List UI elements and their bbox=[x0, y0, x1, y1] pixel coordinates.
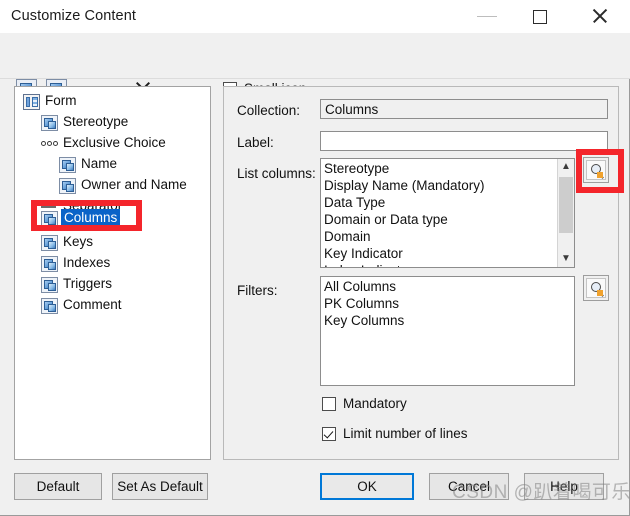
mandatory-label: Mandatory bbox=[343, 396, 407, 411]
tree-item-label: Columns bbox=[61, 209, 121, 226]
cancel-button[interactable]: Cancel bbox=[429, 473, 509, 500]
title-bar: Customize Content bbox=[0, 0, 630, 34]
page-title: Customize Content bbox=[11, 8, 137, 24]
filters-listbox[interactable]: All Columns PK Columns Key Columns bbox=[320, 276, 575, 386]
collection-value: Columns bbox=[325, 102, 379, 117]
form-icon bbox=[23, 94, 40, 110]
mandatory-checkbox-box[interactable] bbox=[322, 397, 336, 411]
limit-lines-checkbox-box[interactable] bbox=[322, 427, 336, 441]
exclusive-choice-icon bbox=[41, 140, 58, 149]
tree-item-label: Form bbox=[45, 93, 77, 108]
collection-input[interactable]: Columns bbox=[320, 99, 608, 119]
list-item[interactable]: Stereotype bbox=[324, 161, 389, 178]
label-field-label: Label: bbox=[237, 135, 274, 150]
tree-item-label: Triggers bbox=[63, 276, 113, 291]
customize-content-dialog: Customize Content Small ic bbox=[0, 0, 630, 516]
scroll-up-icon[interactable]: ▲ bbox=[558, 159, 574, 175]
attribute-icon bbox=[41, 256, 58, 272]
list-columns-scrollbar[interactable]: ▲ ▼ bbox=[557, 159, 574, 267]
tree-item-label: Comment bbox=[63, 297, 122, 312]
list-item[interactable]: All Columns bbox=[324, 279, 396, 296]
minimize-button[interactable] bbox=[464, 0, 510, 32]
default-button[interactable]: Default bbox=[14, 473, 102, 500]
close-button[interactable] bbox=[576, 0, 622, 32]
list-columns-listbox[interactable]: Stereotype Display Name (Mandatory) Data… bbox=[320, 158, 575, 268]
tree-item-label: Indexes bbox=[63, 255, 111, 270]
filters-label: Filters: bbox=[237, 283, 278, 298]
attribute-icon bbox=[41, 298, 58, 314]
list-item[interactable]: Data Type bbox=[324, 195, 385, 212]
attribute-icon bbox=[41, 115, 58, 131]
maximize-button[interactable] bbox=[518, 0, 564, 32]
tree-item-label: Name bbox=[81, 156, 118, 171]
tree-item-label: Stereotype bbox=[63, 114, 129, 129]
content-tree[interactable]: Form Stereotype Exclusive Choice Name Ow… bbox=[14, 86, 211, 460]
magnifier-icon bbox=[586, 278, 606, 298]
list-item[interactable]: PK Columns bbox=[324, 296, 399, 313]
separator-icon bbox=[41, 206, 56, 208]
tree-item-label: Keys bbox=[63, 234, 94, 249]
scrollbar-thumb[interactable] bbox=[559, 177, 573, 233]
collection-label: Collection: bbox=[237, 103, 301, 118]
minimize-icon bbox=[464, 0, 510, 32]
attribute-icon bbox=[59, 178, 76, 194]
list-item[interactable]: Domain or Data type bbox=[324, 212, 448, 229]
list-item[interactable]: Display Name (Mandatory) bbox=[324, 178, 485, 195]
browse-filters-button[interactable] bbox=[583, 275, 609, 301]
set-as-default-button[interactable]: Set As Default bbox=[112, 473, 208, 500]
help-button[interactable]: Help bbox=[524, 473, 604, 500]
list-item[interactable]: Key Indicator bbox=[324, 246, 403, 263]
attribute-icon bbox=[41, 235, 58, 251]
list-columns-label: List columns: bbox=[237, 166, 316, 181]
attribute-icon bbox=[41, 211, 58, 227]
list-item[interactable]: Index Indicator bbox=[324, 263, 413, 267]
ok-button[interactable]: OK bbox=[320, 473, 414, 500]
tree-item-label: Exclusive Choice bbox=[63, 135, 166, 150]
attribute-icon bbox=[59, 157, 76, 173]
close-icon bbox=[576, 0, 622, 32]
list-item[interactable]: Key Columns bbox=[324, 313, 404, 330]
limit-lines-label: Limit number of lines bbox=[343, 426, 468, 441]
maximize-icon bbox=[518, 0, 564, 32]
attribute-icon bbox=[41, 277, 58, 293]
label-input[interactable] bbox=[320, 131, 608, 151]
magnifier-icon bbox=[586, 160, 606, 180]
browse-list-columns-button[interactable] bbox=[583, 157, 609, 183]
panel-splitter[interactable] bbox=[216, 86, 220, 460]
scroll-down-icon[interactable]: ▼ bbox=[558, 251, 574, 267]
toolbar: Small icon bbox=[0, 33, 630, 98]
list-item[interactable]: Domain bbox=[324, 229, 371, 246]
tree-item-label: Owner and Name bbox=[81, 177, 187, 192]
